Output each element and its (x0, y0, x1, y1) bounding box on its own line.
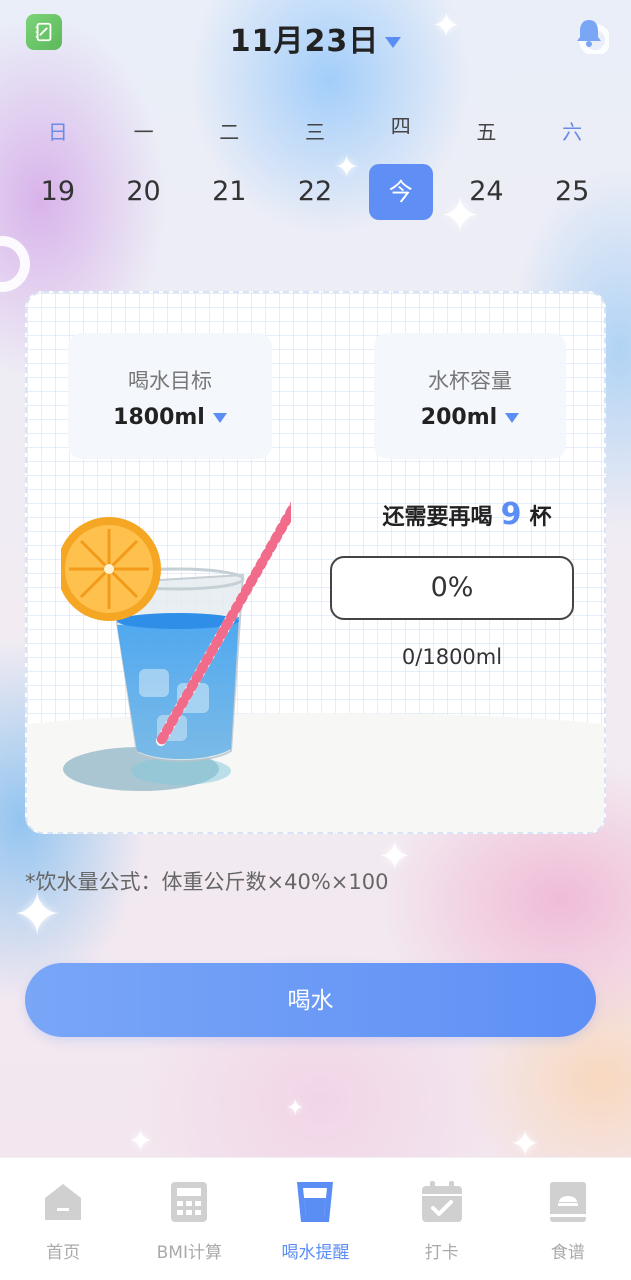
bell-icon[interactable] (569, 14, 609, 54)
weekday-label: 三 (304, 120, 325, 144)
bottom-tab-bar: 首页 BMI计算 喝水提醒 打卡 食谱 (0, 1157, 631, 1280)
calendar-check-icon (420, 1180, 464, 1224)
tab-recipes[interactable]: 食谱 (505, 1158, 631, 1280)
calculator-icon (167, 1180, 211, 1224)
goal-label: 喝水目标 (128, 369, 212, 393)
today-label: 今 (368, 164, 433, 220)
weekday-label: 六 (562, 120, 583, 144)
goal-selector[interactable]: 喝水目标 1800ml (68, 333, 272, 459)
tab-home[interactable]: 首页 (0, 1158, 126, 1280)
weekday-label: 五 (476, 120, 497, 144)
chevron-down-icon (505, 413, 520, 423)
date-selector[interactable]: 11月23日 (0, 16, 631, 60)
need-prefix: 还需要再喝 (382, 505, 493, 530)
chevron-down-icon (212, 413, 227, 423)
day-cell[interactable]: 20 (101, 164, 187, 220)
formula-note: *饮水量公式：体重公斤数×40%×100 (25, 870, 389, 894)
ring-decoration (0, 236, 30, 292)
day-cell[interactable]: 21 (186, 164, 272, 220)
cup-icon (293, 1180, 337, 1224)
tab-label: 喝水提醒 (281, 1243, 350, 1263)
progress-text: 0% (430, 572, 474, 603)
tab-label: 打卡 (424, 1243, 459, 1263)
water-card: 喝水目标 1800ml 水杯容量 200ml 还需要再喝 9 杯 0% 0/18… (25, 291, 606, 834)
sparkle-decoration: ✦ (286, 1096, 305, 1121)
goal-value: 1800ml (113, 405, 205, 430)
cup-capacity-value: 200ml (420, 405, 498, 430)
tab-label: 食谱 (550, 1243, 585, 1263)
day-cell-today[interactable]: 今 (358, 164, 444, 220)
tab-label: BMI计算 (156, 1243, 222, 1263)
weekday-label: 一 (133, 120, 154, 144)
tab-label: 首页 (46, 1243, 81, 1263)
tab-bmi[interactable]: BMI计算 (126, 1158, 252, 1280)
chevron-down-icon (385, 37, 402, 48)
drink-button[interactable]: 喝水 (25, 963, 596, 1037)
water-glass-illustration (61, 501, 291, 791)
date-title-text: 11月23日 (229, 24, 380, 59)
weekday-label: 二 (219, 120, 240, 144)
cups-remaining: 还需要再喝 9 杯 (337, 497, 597, 532)
need-count: 9 (500, 497, 522, 532)
cup-capacity-selector[interactable]: 水杯容量 200ml (374, 333, 566, 459)
day-cell[interactable]: 22 (272, 164, 358, 220)
day-cell[interactable]: 19 (15, 164, 101, 220)
bell-icon-svg (577, 20, 609, 54)
tab-checkin[interactable]: 打卡 (379, 1158, 505, 1280)
day-row: 19 20 21 22 今 24 25 (15, 164, 615, 220)
weekday-row: 日 一 二 三 四 五 六 (15, 112, 615, 152)
recipe-book-icon (546, 1180, 590, 1224)
tab-water-reminder[interactable]: 喝水提醒 (252, 1158, 378, 1280)
progress-bar: 0% (330, 556, 574, 620)
cup-capacity-label: 水杯容量 (428, 369, 512, 393)
need-suffix: 杯 (529, 505, 552, 530)
day-cell[interactable]: 25 (529, 164, 615, 220)
sparkle-decoration: ✦ (128, 1124, 154, 1159)
day-cell[interactable]: 24 (444, 164, 530, 220)
amount-text: 0/1800ml (401, 645, 503, 669)
weekday-label: 日 (47, 120, 68, 144)
home-icon (41, 1180, 85, 1224)
weekday-label: 四 (390, 114, 411, 138)
